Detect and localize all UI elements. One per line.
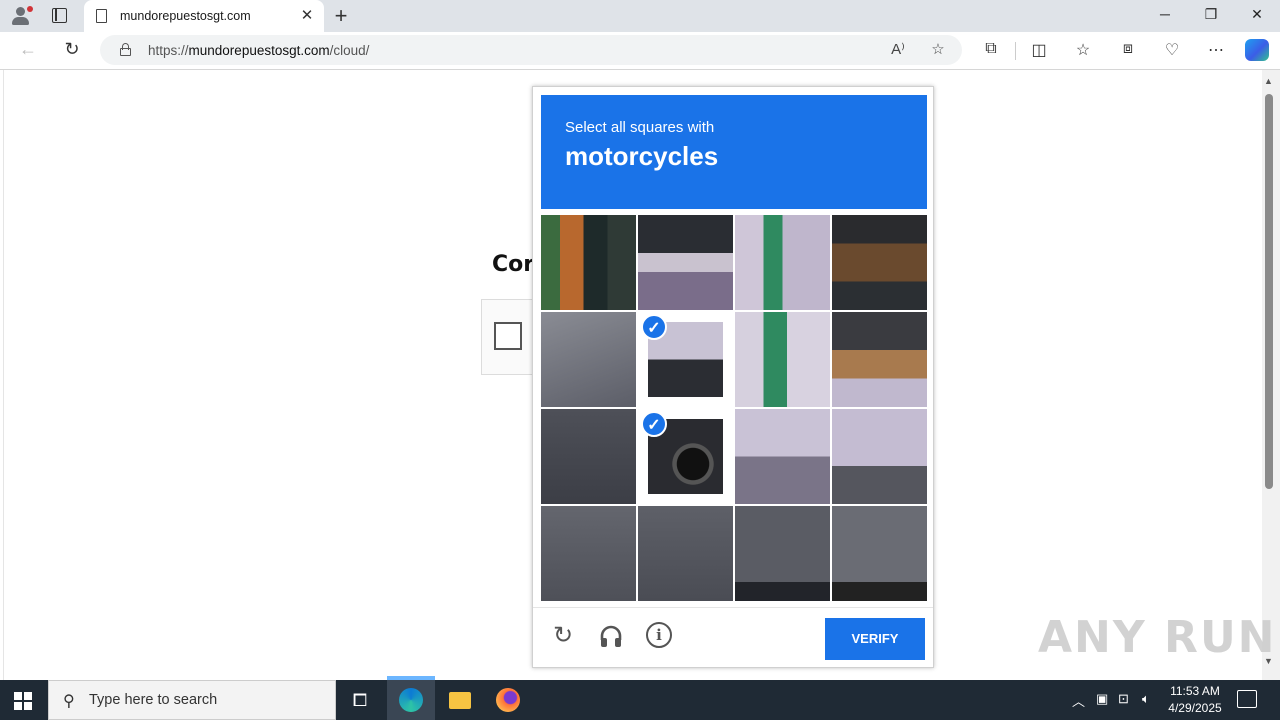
- captcha-tile[interactable]: [735, 409, 830, 504]
- search-placeholder: Type here to search: [89, 692, 218, 708]
- active-app-indicator: [387, 676, 435, 680]
- more-menu-icon[interactable]: ⋯: [1205, 40, 1227, 60]
- captcha-tile[interactable]: [541, 312, 636, 407]
- volume-icon[interactable]: 🔈︎: [1142, 691, 1150, 707]
- captcha-tile-image: [832, 215, 927, 310]
- new-tab-icon[interactable]: +: [331, 3, 351, 29]
- challenge-checkbox[interactable]: [494, 322, 522, 350]
- taskbar-search-box[interactable]: ⚲ Type here to search: [48, 680, 336, 720]
- captcha-tile[interactable]: [638, 215, 733, 310]
- captcha-tile[interactable]: ✓: [638, 312, 733, 407]
- browser-toolbar: ← ↻ https://mundorepuestosgt.com/cloud/ …: [0, 32, 1280, 70]
- network-icon[interactable]: ⊡: [1118, 691, 1129, 707]
- captcha-tile[interactable]: [735, 506, 830, 601]
- favorites-icon[interactable]: ☆: [1072, 40, 1094, 60]
- captcha-instruction: Select all squares with: [565, 119, 715, 136]
- windows-start-icon[interactable]: [14, 692, 32, 710]
- favorite-star-icon[interactable]: ☆: [928, 40, 948, 58]
- captcha-tile[interactable]: [541, 215, 636, 310]
- reload-icon[interactable]: ↻: [549, 622, 577, 650]
- audio-challenge-icon[interactable]: [597, 622, 625, 650]
- info-icon[interactable]: i: [646, 622, 672, 648]
- tab-title: mundorepuestosgt.com: [120, 9, 251, 23]
- captcha-tile[interactable]: [832, 312, 927, 407]
- refresh-icon[interactable]: ↻: [60, 39, 84, 60]
- captcha-tile[interactable]: [832, 409, 927, 504]
- captcha-footer: ↻ i VERIFY: [533, 607, 933, 667]
- clock-time: 11:53 AM: [1170, 684, 1220, 698]
- browser-tab[interactable]: mundorepuestosgt.com ✕: [84, 0, 324, 32]
- profile-icon[interactable]: [10, 6, 33, 26]
- captcha-tile-image: [638, 506, 733, 601]
- file-explorer-icon[interactable]: [436, 680, 484, 720]
- windows-taskbar: ⚲ Type here to search ⧠ ︿ ▣ ⊡ 🔈︎ 11:53 A…: [0, 680, 1280, 720]
- firefox-icon[interactable]: [484, 680, 532, 720]
- captcha-tile-image: [541, 409, 636, 504]
- captcha-tile[interactable]: [735, 215, 830, 310]
- clock-date: 4/29/2025: [1168, 701, 1222, 715]
- captcha-tile-image: [638, 215, 733, 310]
- edge-taskbar-icon[interactable]: [387, 680, 435, 720]
- close-tab-icon[interactable]: ✕: [298, 6, 316, 24]
- url-text[interactable]: https://mundorepuestosgt.com/cloud/: [148, 43, 369, 58]
- captcha-tile[interactable]: [638, 506, 733, 601]
- restore-icon[interactable]: ❐: [1196, 6, 1226, 23]
- captcha-target-object: motorcycles: [565, 141, 719, 171]
- captcha-tile[interactable]: [832, 506, 927, 601]
- page-border: [3, 70, 4, 680]
- lock-icon[interactable]: [120, 43, 131, 56]
- captcha-tile-image: [832, 312, 927, 407]
- selected-check-icon: ✓: [641, 314, 667, 340]
- extensions-icon[interactable]: ⧉: [980, 40, 1002, 58]
- captcha-tile-image: [735, 506, 830, 601]
- minimize-icon[interactable]: ─: [1150, 6, 1180, 22]
- verify-button[interactable]: VERIFY: [825, 618, 925, 660]
- tab-strip: mundorepuestosgt.com ✕ + ─ ❐ ✕: [0, 0, 1280, 32]
- task-view-icon[interactable]: ⧠: [336, 680, 384, 720]
- captcha-tile[interactable]: [832, 215, 927, 310]
- captcha-tile-image: [541, 215, 636, 310]
- captcha-tile[interactable]: ✓: [638, 409, 733, 504]
- browser-essentials-icon[interactable]: ♡: [1161, 40, 1183, 60]
- scrollbar-thumb[interactable]: [1265, 94, 1273, 489]
- watermark-logo: ANY RUN: [1038, 612, 1277, 663]
- captcha-tile-image: [735, 312, 830, 407]
- toolbar-divider: [1015, 42, 1016, 60]
- close-window-icon[interactable]: ✕: [1242, 6, 1272, 23]
- notification-icon[interactable]: [1237, 690, 1257, 708]
- tab-actions-icon[interactable]: [52, 8, 67, 23]
- address-bar[interactable]: https://mundorepuestosgt.com/cloud/ A⁾ ☆: [100, 35, 962, 65]
- split-screen-icon[interactable]: ◫: [1028, 40, 1050, 60]
- page-icon: [96, 9, 107, 23]
- captcha-tile-image: [832, 409, 927, 504]
- back-icon[interactable]: ←: [16, 39, 40, 60]
- search-icon: ⚲: [63, 693, 75, 710]
- captcha-tile-image: [541, 506, 636, 601]
- captcha-dialog: Select all squares with motorcycles ✓ ✓ ↻…: [532, 86, 934, 668]
- show-hidden-icons[interactable]: ︿: [1072, 691, 1085, 710]
- captcha-tile-image: [735, 215, 830, 310]
- captcha-tile-image: [735, 409, 830, 504]
- read-aloud-icon[interactable]: A⁾: [888, 40, 908, 58]
- copilot-icon[interactable]: [1245, 39, 1269, 61]
- captcha-tile-image: [541, 312, 636, 407]
- page-heading: Cor: [492, 252, 535, 277]
- scroll-up-icon[interactable]: ▲: [1264, 76, 1273, 86]
- collections-icon[interactable]: ⧈: [1117, 40, 1139, 58]
- captcha-tile[interactable]: [541, 409, 636, 504]
- selected-check-icon: ✓: [641, 411, 667, 437]
- taskbar-clock[interactable]: 11:53 AM 4/29/2025: [1160, 683, 1230, 717]
- captcha-tile[interactable]: [541, 506, 636, 601]
- captcha-header: Select all squares with motorcycles: [541, 95, 927, 209]
- meet-now-icon[interactable]: ▣: [1096, 691, 1108, 707]
- captcha-image-grid: ✓ ✓: [541, 215, 927, 601]
- captcha-tile-image: [832, 506, 927, 601]
- captcha-tile[interactable]: [735, 312, 830, 407]
